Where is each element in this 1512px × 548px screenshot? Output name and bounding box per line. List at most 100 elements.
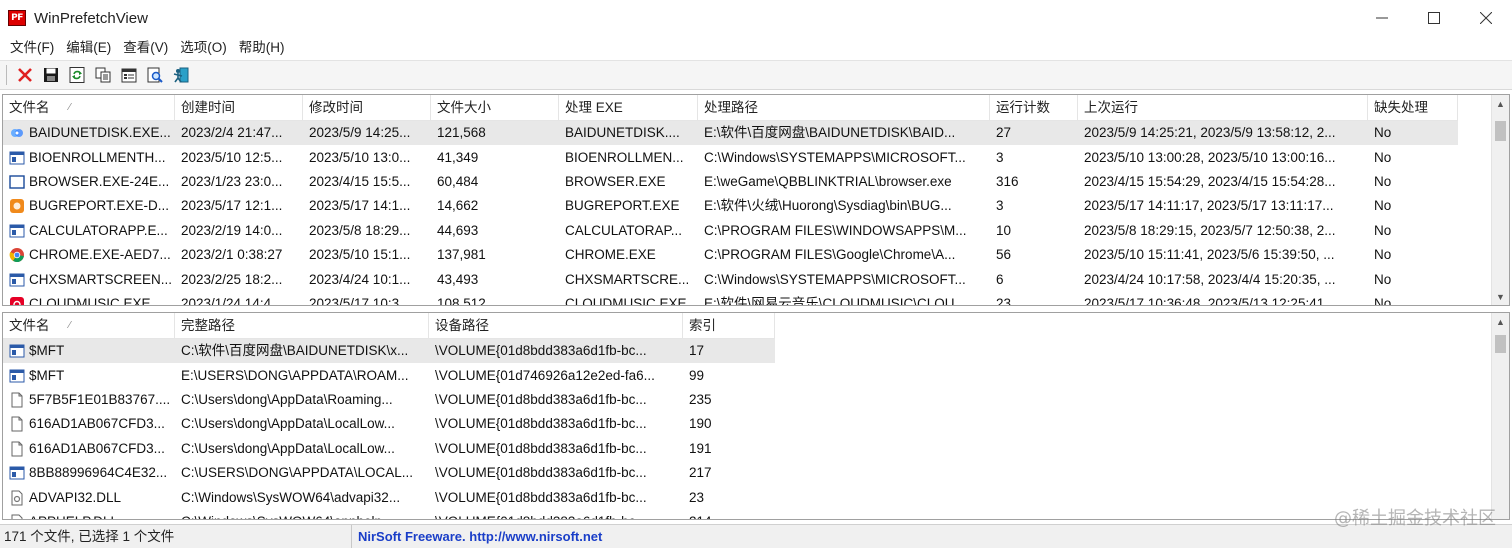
table-cell: 2023/2/4 21:47...: [175, 121, 303, 145]
cell-text: 10: [996, 222, 1012, 238]
application-window-icon: [9, 368, 25, 384]
cell-text: 2023/2/4 21:47...: [181, 125, 283, 141]
table-row[interactable]: CALCULATORAPP.E... 2023/2/19 14:0... 2023/…: [3, 219, 1458, 243]
table-row[interactable]: CHROME.EXE-AED7... 2023/2/1 0:38:27 2023/5…: [3, 243, 1458, 267]
table-row[interactable]: ADVAPI32.DLL C:\Windows\SysWOW64\advapi32…: [3, 485, 775, 509]
table-cell: 190: [683, 412, 775, 436]
table-cell: 2023/5/9 14:25:21, 2023/5/9 13:58:12, 2.…: [1078, 121, 1368, 145]
table-cell: 60,484: [431, 170, 559, 194]
menu-help[interactable]: 帮助(H): [233, 36, 291, 60]
column-header-full-path[interactable]: 完整路径: [175, 313, 429, 339]
cell-text: 2023/1/24 14:4...: [181, 295, 283, 306]
column-header-created[interactable]: 创建时间: [175, 95, 303, 121]
column-header-index[interactable]: 索引: [683, 313, 775, 339]
refresh-button[interactable]: [64, 63, 90, 87]
table-row[interactable]: 8BB88996964C4E32... C:\USERS\DONG\APPDATA…: [3, 461, 775, 485]
vertical-scrollbar[interactable]: ▲: [1491, 313, 1509, 519]
column-header-modified[interactable]: 修改时间: [303, 95, 431, 121]
table-row[interactable]: BAIDUNETDISK.EXE... 2023/2/4 21:47... 2023…: [3, 121, 1458, 146]
table-cell: BUGREPORT.EXE: [559, 194, 698, 218]
vertical-scrollbar[interactable]: ▲ ▼: [1491, 95, 1509, 305]
table-cell: 235: [683, 388, 775, 412]
find-button[interactable]: [142, 63, 168, 87]
table-cell: \VOLUME{01d8bdd383a6d1fb-bc...: [429, 461, 683, 485]
cell-text: 2023/2/19 14:0...: [181, 222, 283, 238]
menu-view[interactable]: 查看(V): [117, 36, 174, 60]
table-cell: 2023/2/1 0:38:27: [175, 243, 303, 267]
column-header-run-count[interactable]: 运行计数: [990, 95, 1078, 121]
table-row[interactable]: BIOENROLLMENTH... 2023/5/10 12:5... 2023/5…: [3, 145, 1458, 169]
cell-text: 2023/5/9 14:25...: [309, 125, 411, 141]
toolbar: [0, 60, 1512, 90]
loaded-files-table[interactable]: 文件名 ⁄ 完整路径 设备路径 索引 $MFT C:\软件\百度网盘\BAIDUNE…: [2, 312, 1510, 520]
cell-text: C:\软件\百度网盘\BAIDUNETDISK\x...: [181, 343, 409, 359]
maximize-icon: [1428, 12, 1440, 24]
menu-edit[interactable]: 编辑(E): [60, 36, 117, 60]
vendor-link[interactable]: NirSoft Freeware. http://www.nirsoft.net: [352, 529, 602, 544]
table-cell: 316: [990, 170, 1078, 194]
baidu-netdisk-icon: [9, 125, 25, 141]
column-header-missing-process[interactable]: 缺失处理: [1368, 95, 1458, 121]
application-window-icon: [9, 465, 25, 481]
save-button[interactable]: [38, 63, 64, 87]
table-cell: C:\Windows\SysWOW64\advapi32...: [175, 486, 429, 510]
table-cell: E:\软件\网易云音乐\CLOUDMUSIC\CLOU...: [698, 292, 990, 305]
table-cell: No: [1368, 146, 1458, 170]
menu-options[interactable]: 选项(O): [174, 36, 233, 60]
table-row[interactable]: $MFT C:\软件\百度网盘\BAIDUNETDISK\x... \VOLUME{…: [3, 339, 775, 364]
table-cell: C:\USERS\DONG\APPDATA\LOCAL...: [175, 461, 429, 485]
cell-text: E:\软件\火绒\Huorong\Sysdiag\bin\BUG...: [704, 198, 952, 214]
app-icon: PF: [8, 10, 26, 26]
maximize-button[interactable]: [1408, 0, 1460, 36]
cell-text: 2023/5/17 10:36:48, 2023/5/13 12:25:41..…: [1084, 295, 1336, 306]
table-row[interactable]: 5F7B5F1E01B83767.... C:\Users\dong\AppDat…: [3, 388, 775, 412]
cell-text: 235: [689, 391, 712, 407]
properties-icon: [121, 68, 137, 83]
table-row[interactable]: APPHELP.DLL C:\Windows\SysWOW64\apphelp..…: [3, 510, 775, 519]
column-header-device-path[interactable]: 设备路径: [429, 313, 683, 339]
delete-button[interactable]: [12, 63, 38, 87]
cell-text: C:\Users\dong\AppData\LocalLow...: [181, 440, 395, 456]
copy-button[interactable]: [90, 63, 116, 87]
column-header-process-path[interactable]: 处理路径: [698, 95, 990, 121]
table-row[interactable]: 616AD1AB067CFD3... C:\Users\dong\AppData\…: [3, 437, 775, 461]
close-icon: [1480, 12, 1492, 24]
column-header-size[interactable]: 文件大小: [431, 95, 559, 121]
column-header-process-exe[interactable]: 处理 EXE: [559, 95, 698, 121]
save-icon: [44, 68, 58, 82]
file-icon: [9, 441, 25, 457]
table-row[interactable]: BUGREPORT.EXE-D... 2023/5/17 12:1... 2023/…: [3, 194, 1458, 218]
table-cell: 108,512: [431, 292, 559, 305]
cell-text: CHROME.EXE-AED7...: [29, 247, 171, 263]
cell-text: 316: [996, 173, 1019, 189]
table-cell: CLOUDMUSIC.EXE...: [3, 292, 175, 305]
table-body: BAIDUNETDISK.EXE... 2023/2/4 21:47... 2023…: [3, 121, 1458, 306]
minimize-button[interactable]: [1356, 0, 1408, 36]
column-header-filename[interactable]: 文件名 ⁄: [3, 95, 175, 121]
scroll-up-icon[interactable]: ▲: [1492, 313, 1509, 330]
table-row[interactable]: $MFT E:\USERS\DONG\APPDATA\ROAM... \VOLUME…: [3, 363, 775, 387]
table-row[interactable]: 616AD1AB067CFD3... C:\Users\dong\AppData\…: [3, 412, 775, 436]
close-button[interactable]: [1460, 0, 1512, 36]
scroll-up-icon[interactable]: ▲: [1492, 95, 1509, 112]
properties-button[interactable]: [116, 63, 142, 87]
scroll-thumb[interactable]: [1495, 335, 1506, 353]
table-cell: 2023/2/25 18:2...: [175, 268, 303, 292]
cell-text: No: [1374, 271, 1392, 287]
cell-text: 8BB88996964C4E32...: [29, 465, 168, 481]
cell-text: CHXSMARTSCRE...: [565, 271, 690, 287]
table-cell: ADVAPI32.DLL: [3, 486, 175, 510]
menu-file[interactable]: 文件(F): [4, 36, 60, 60]
cell-text: 2023/5/17 14:1...: [309, 198, 411, 214]
column-header-last-run[interactable]: 上次运行: [1078, 95, 1368, 121]
prefetch-files-table[interactable]: 文件名 ⁄ 创建时间 修改时间 文件大小 处理 EXE 处理路径 运行计数 上次运…: [2, 94, 1510, 306]
table-cell: BUGREPORT.EXE-D...: [3, 194, 175, 218]
table-row[interactable]: BROWSER.EXE-24E... 2023/1/23 23:0... 2023/…: [3, 170, 1458, 194]
table-row[interactable]: CLOUDMUSIC.EXE... 2023/1/24 14:4... 2023/5…: [3, 292, 1458, 306]
table-row[interactable]: CHXSMARTSCREEN... 2023/2/25 18:2... 2023/4…: [3, 267, 1458, 291]
scroll-down-icon[interactable]: ▼: [1492, 288, 1509, 305]
scroll-thumb[interactable]: [1495, 121, 1506, 141]
cell-text: BIOENROLLMENTH...: [29, 149, 166, 165]
exit-button[interactable]: [168, 63, 194, 87]
column-header-filename[interactable]: 文件名 ⁄: [3, 313, 175, 339]
